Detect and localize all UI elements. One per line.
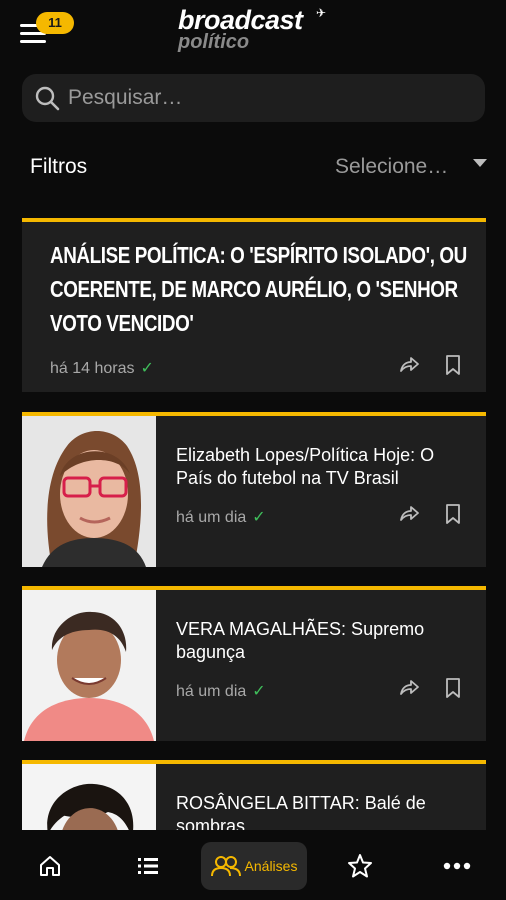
news-card[interactable]: VERA MAGALHÃES: Supremo bagunça há um di… xyxy=(22,586,486,741)
news-title: VERA MAGALHÃES: Supremo bagunça xyxy=(176,619,425,662)
star-icon xyxy=(348,854,372,878)
news-meta: há um dia ✓ xyxy=(176,681,266,701)
author-photo xyxy=(22,764,156,830)
share-icon[interactable] xyxy=(398,677,420,699)
share-icon[interactable] xyxy=(398,503,420,525)
nav-home[interactable] xyxy=(28,844,72,888)
news-feed: ANÁLISE POLÍTICA: O 'ESPÍRITO ISOLADO', … xyxy=(0,216,506,830)
news-title: ANÁLISE POLÍTICA: O 'ESPÍRITO ISOLADO', … xyxy=(50,242,467,336)
news-actions xyxy=(398,503,464,525)
notification-badge: 11 xyxy=(36,12,74,34)
nav-favorites[interactable] xyxy=(338,844,382,888)
news-meta: há 14 horas ✓ xyxy=(50,358,154,378)
home-icon xyxy=(40,856,60,876)
news-card[interactable]: ROSÂNGELA BITTAR: Balé de sombras xyxy=(22,760,486,830)
author-photo xyxy=(22,416,156,567)
bottom-nav: Análises xyxy=(0,830,506,900)
app-header: 11 broadcast político ✈ xyxy=(0,0,506,64)
nav-list[interactable] xyxy=(126,844,170,888)
news-actions xyxy=(398,354,464,376)
users-icon xyxy=(210,856,241,877)
filter-select[interactable]: Selecione… xyxy=(335,155,487,183)
news-time: há 14 horas xyxy=(50,360,135,377)
logo-primary: broadcast xyxy=(178,5,303,35)
news-card[interactable]: ANÁLISE POLÍTICA: O 'ESPÍRITO ISOLADO', … xyxy=(22,218,486,392)
news-actions xyxy=(398,677,464,699)
bookmark-icon[interactable] xyxy=(442,503,464,525)
app-root: 11 broadcast político ✈ Pesquisar… Filtr… xyxy=(0,0,506,900)
filters-label: Filtros xyxy=(30,155,88,178)
share-icon[interactable] xyxy=(398,354,420,376)
news-title: ROSÂNGELA BITTAR: Balé de sombras xyxy=(176,793,426,830)
nav-analises-label: Análises xyxy=(244,858,298,874)
news-time: há um dia xyxy=(176,683,247,700)
search-icon xyxy=(35,86,60,111)
filter-select-value: Selecione… xyxy=(335,155,449,178)
logo-secondary: político xyxy=(178,31,250,53)
caret-down-icon xyxy=(473,159,487,167)
more-icon xyxy=(443,862,471,870)
news-time: há um dia xyxy=(176,509,247,526)
list-icon xyxy=(138,858,158,874)
check-icon: ✓ xyxy=(140,360,154,377)
search-input[interactable]: Pesquisar… xyxy=(22,74,485,122)
plane-icon: ✈ xyxy=(316,6,327,20)
news-meta: há um dia ✓ xyxy=(176,507,266,527)
news-title: Elizabeth Lopes/Política Hoje: O País do… xyxy=(176,445,435,488)
bookmark-icon[interactable] xyxy=(442,354,464,376)
check-icon: ✓ xyxy=(252,509,266,526)
nav-more[interactable] xyxy=(435,844,479,888)
app-logo: broadcast político ✈ xyxy=(178,6,338,56)
nav-analises[interactable]: Análises xyxy=(201,842,307,890)
author-photo xyxy=(22,590,156,741)
news-card[interactable]: Elizabeth Lopes/Política Hoje: O País do… xyxy=(22,412,486,567)
check-icon: ✓ xyxy=(252,683,266,700)
bookmark-icon[interactable] xyxy=(442,677,464,699)
search-placeholder: Pesquisar… xyxy=(68,86,183,109)
